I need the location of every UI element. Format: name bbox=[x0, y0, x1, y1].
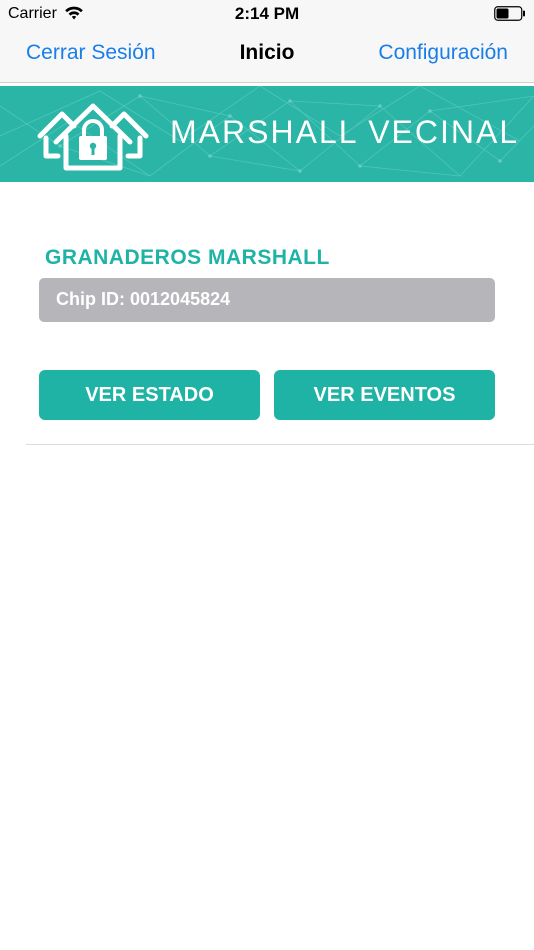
group-title: GRANADEROS MARSHALL bbox=[45, 246, 330, 269]
brand-name: MARSHALL VECINAL bbox=[170, 114, 520, 150]
brand-banner: MARSHALL VECINAL bbox=[0, 86, 534, 182]
chip-id-box: Chip ID: 0012045824 bbox=[39, 278, 495, 322]
battery-icon bbox=[494, 6, 525, 21]
chip-id-text: Chip ID: 0012045824 bbox=[56, 289, 230, 310]
view-status-button[interactable]: VER ESTADO bbox=[39, 370, 260, 420]
status-bar: Carrier 2:14 PM bbox=[0, 0, 534, 28]
app-screen: Carrier 2:14 PM Cerrar Sesión Inicio Con… bbox=[0, 0, 534, 950]
view-events-button[interactable]: VER EVENTOS bbox=[274, 370, 495, 420]
houses-lock-icon bbox=[37, 103, 149, 171]
settings-button[interactable]: Configuración bbox=[378, 41, 508, 65]
navigation-bar: Cerrar Sesión Inicio Configuración bbox=[0, 28, 534, 83]
status-time: 2:14 PM bbox=[234, 4, 300, 23]
chip-id-value: 0012045824 bbox=[130, 289, 231, 309]
section-divider bbox=[26, 444, 534, 445]
chip-id-label: Chip ID: bbox=[56, 289, 125, 309]
